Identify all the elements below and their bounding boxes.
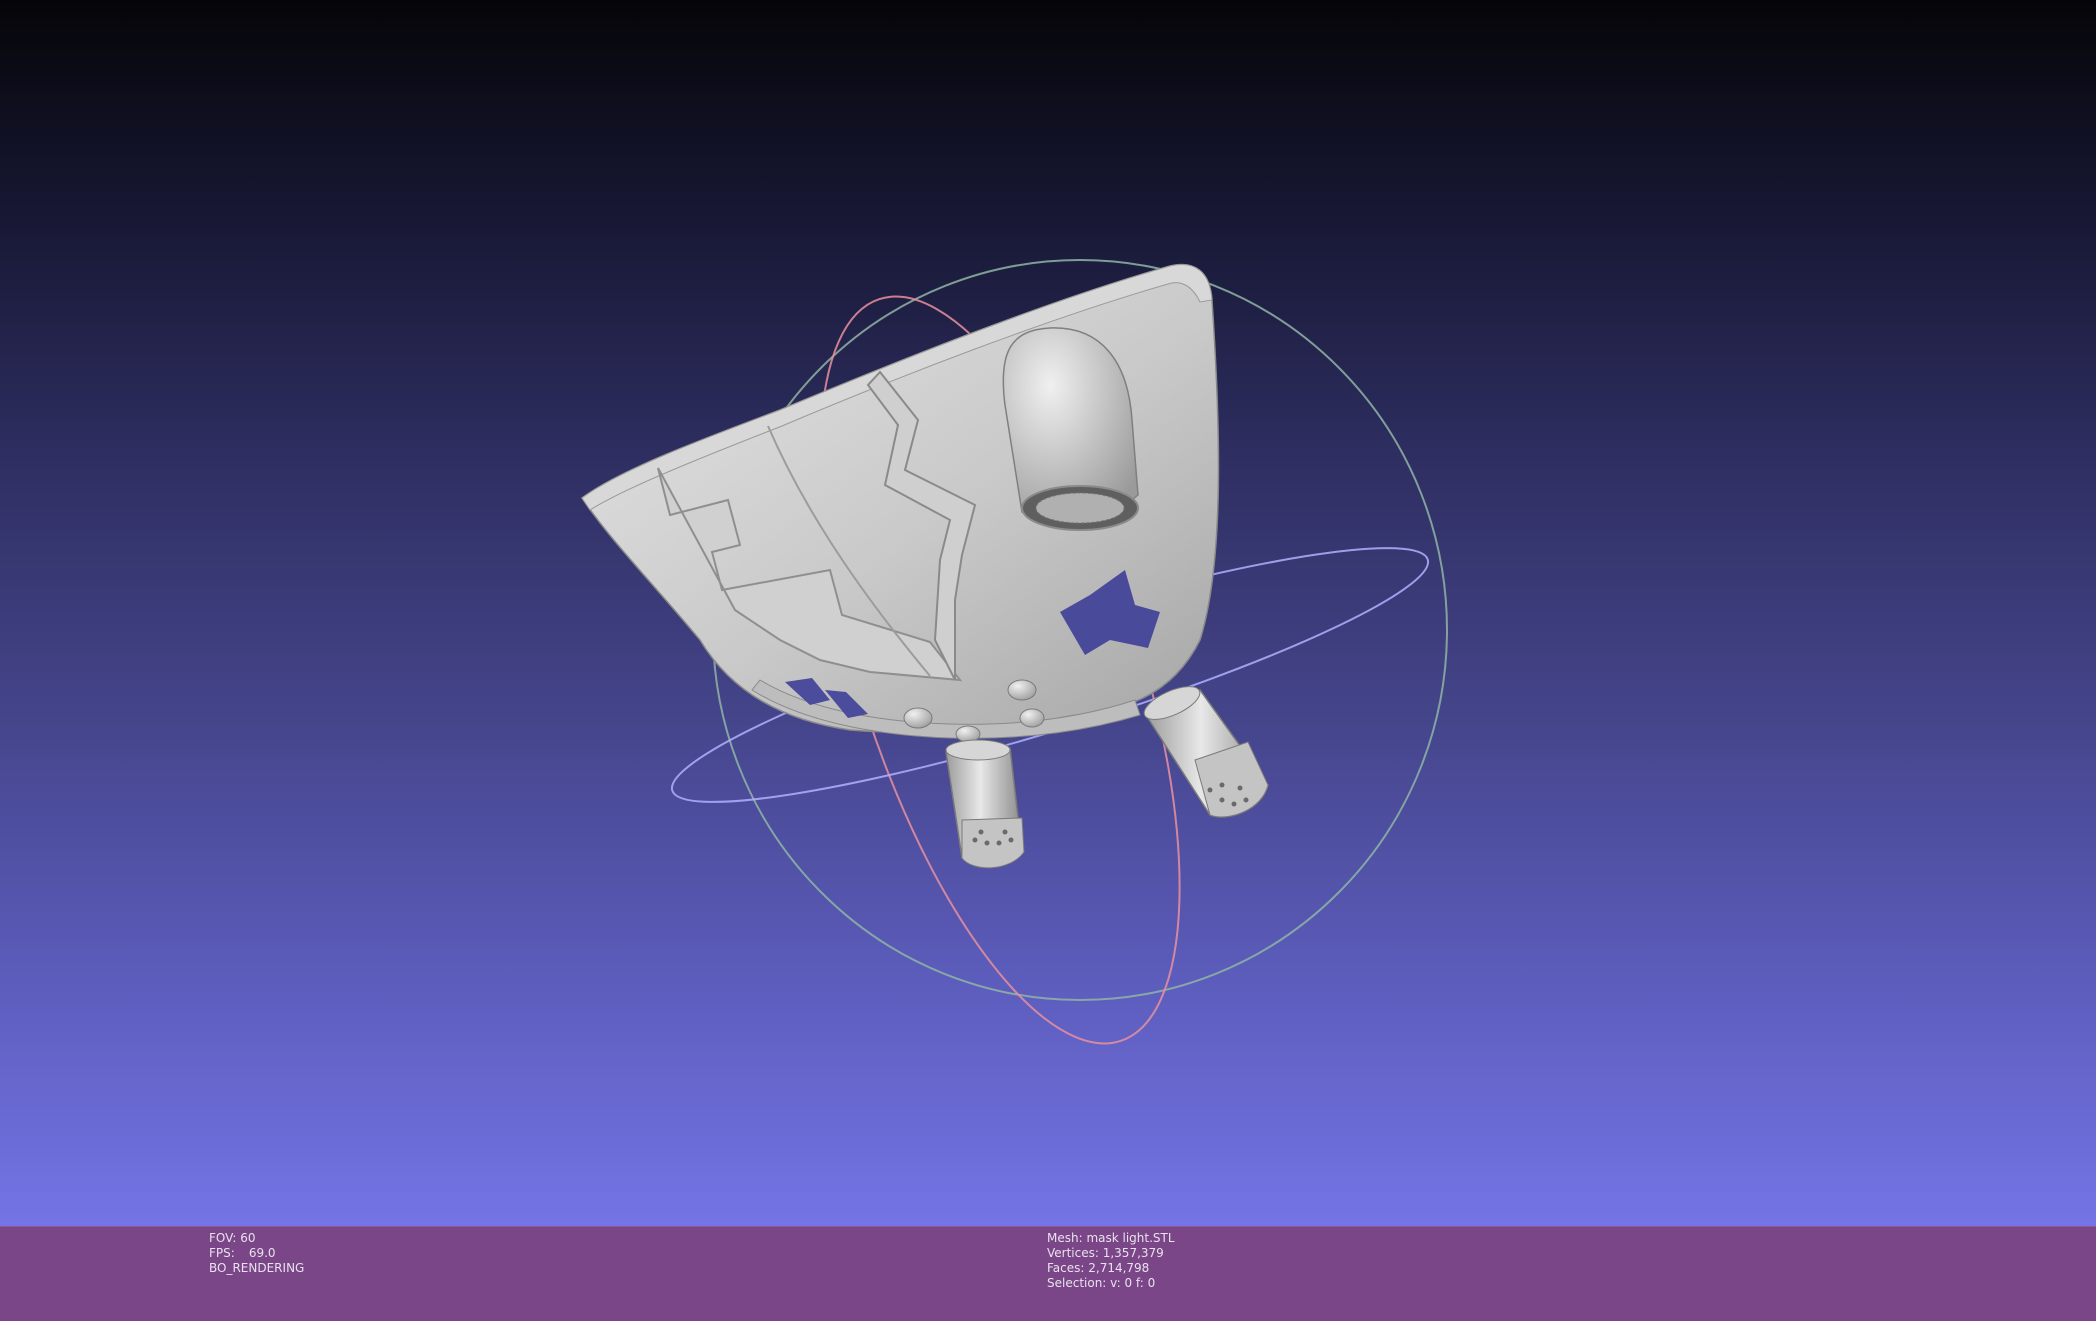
faces-readout: Faces: 2,714,798	[1047, 1261, 1150, 1275]
3d-viewport[interactable]	[0, 0, 2096, 1226]
mesh-name-readout: Mesh: mask light.STL	[1047, 1231, 1175, 1245]
vertices-readout: Vertices: 1,357,379	[1047, 1246, 1164, 1260]
mask-thruster-left	[945, 739, 1025, 869]
mesh-info: Mesh: mask light.STL Vertices: 1,357,379…	[1047, 1231, 1175, 1291]
render-info: FOV: 60 FPS: 69.0 BO_RENDERING	[209, 1231, 304, 1276]
render-mode-readout: BO_RENDERING	[209, 1261, 305, 1275]
fov-readout: FOV: 60	[209, 1231, 256, 1245]
fps-readout: FPS: 69.0	[209, 1246, 304, 1261]
fps-value: 69.0	[248, 1246, 276, 1260]
mask-model	[580, 263, 1269, 869]
status-bar: FOV: 60 FPS: 69.0 BO_RENDERING Mesh: mask…	[0, 1226, 2096, 1321]
fps-label: FPS:	[209, 1246, 235, 1260]
mask-thruster-right	[1143, 686, 1269, 818]
selection-readout: Selection: v: 0 f: 0	[1047, 1276, 1156, 1290]
scene-canvas[interactable]	[0, 0, 2096, 1226]
